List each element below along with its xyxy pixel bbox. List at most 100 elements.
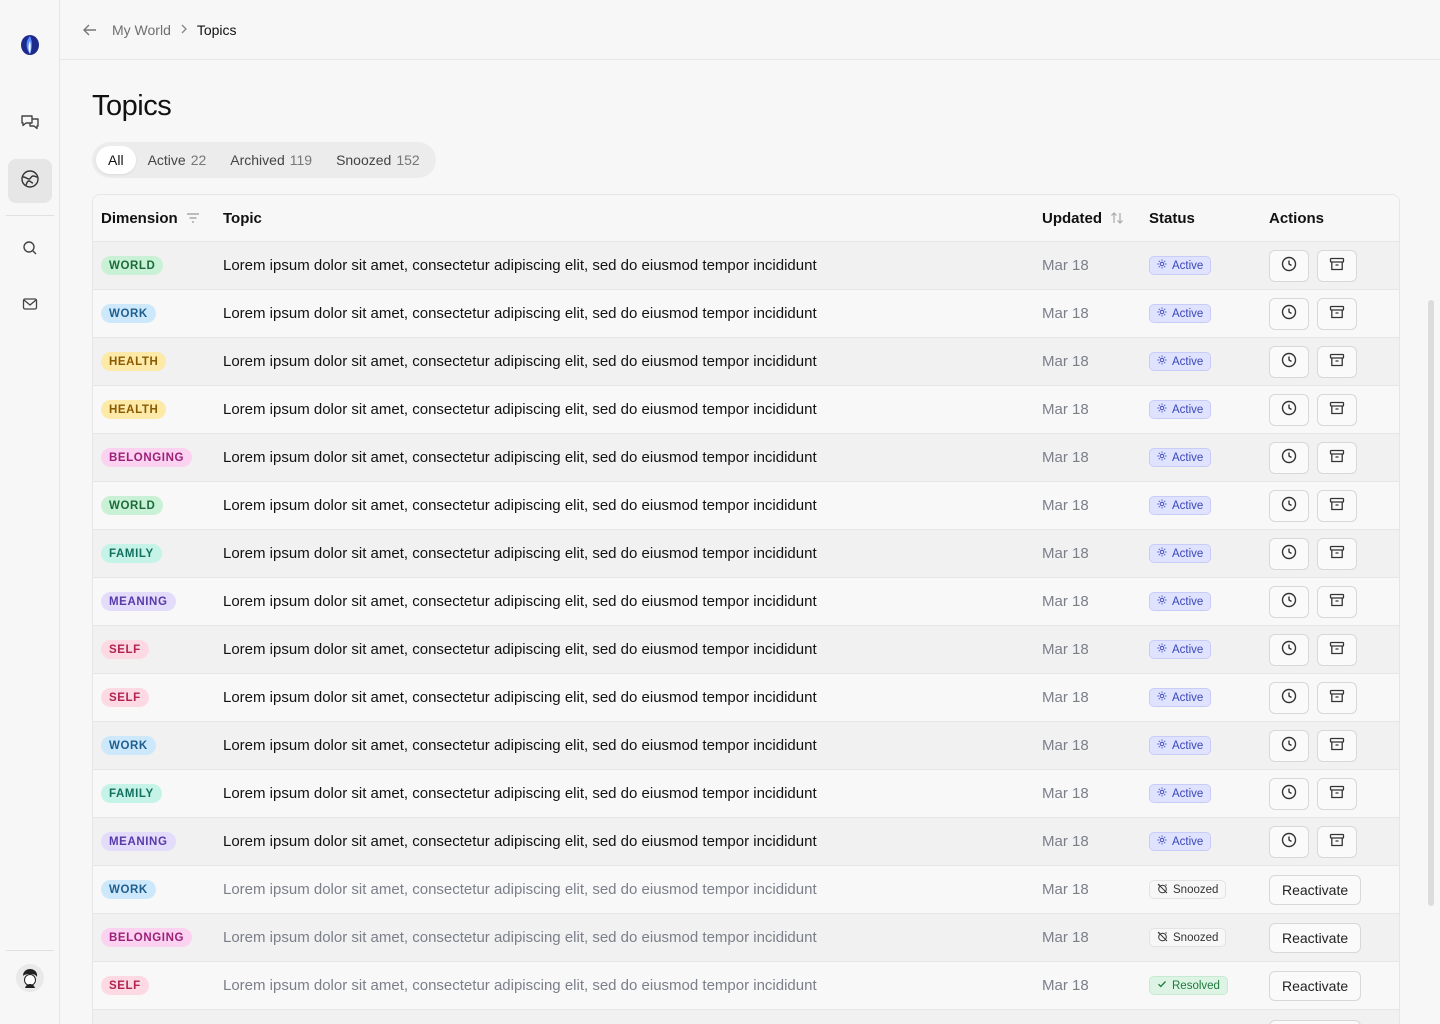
archive-button[interactable] <box>1317 441 1357 474</box>
column-header-updated[interactable]: Updated <box>1042 210 1124 227</box>
scrollbar[interactable] <box>1428 300 1434 906</box>
app-logo-icon[interactable] <box>18 33 42 57</box>
snooze-button[interactable] <box>1269 585 1309 618</box>
nav-chats-button[interactable] <box>8 103 52 147</box>
reactivate-button[interactable]: Reactivate <box>1269 970 1362 1001</box>
actions-cell: Reactivate <box>1269 922 1362 953</box>
archive-button[interactable] <box>1317 489 1357 522</box>
avatar[interactable] <box>16 964 44 992</box>
archive-button[interactable] <box>1317 393 1357 426</box>
reactivate-button[interactable]: Reactivate <box>1269 874 1362 905</box>
table-row[interactable]: WORK Lorem ipsum dolor sit amet, consect… <box>93 722 1399 770</box>
clock-icon <box>1281 784 1297 804</box>
tab-all[interactable]: All <box>96 146 136 174</box>
table-row[interactable]: MEANING Lorem ipsum dolor sit amet, cons… <box>93 818 1399 866</box>
tab-active[interactable]: Active 22 <box>136 146 219 174</box>
actions-cell <box>1269 777 1365 810</box>
snooze-button[interactable] <box>1269 729 1309 762</box>
dimension-badge: HEALTH <box>101 352 167 371</box>
snooze-button[interactable] <box>1269 393 1309 426</box>
snooze-button[interactable] <box>1269 777 1309 810</box>
status-label: Snoozed <box>1173 883 1219 896</box>
filter-icon[interactable] <box>186 212 200 224</box>
column-header-dimension[interactable]: Dimension <box>101 210 200 227</box>
topic-cell: Lorem ipsum dolor sit amet, consectetur … <box>223 449 817 466</box>
topic-text[interactable]: Lorem ipsum dolor sit amet, consectetur … <box>223 881 817 898</box>
table-row[interactable]: SELF Lorem ipsum dolor sit amet, consect… <box>93 962 1399 1010</box>
archive-button[interactable] <box>1317 633 1357 666</box>
table-row[interactable]: WORLD Lorem ipsum dolor sit amet, consec… <box>93 482 1399 530</box>
archive-button[interactable] <box>1317 729 1357 762</box>
table-row[interactable]: HEALTH Lorem ipsum dolor sit amet, conse… <box>93 386 1399 434</box>
topic-text[interactable]: Lorem ipsum dolor sit amet, consectetur … <box>223 785 817 802</box>
table-row[interactable]: MEANING Lorem ipsum dolor sit amet, cons… <box>93 578 1399 626</box>
updated-cell: Mar 18 <box>1042 449 1089 466</box>
topic-text[interactable]: Lorem ipsum dolor sit amet, consectetur … <box>223 257 817 274</box>
table-row[interactable]: HEALTH Lorem ipsum dolor sit amet, conse… <box>93 338 1399 386</box>
table-row[interactable]: WORK Lorem ipsum dolor sit amet, consect… <box>93 290 1399 338</box>
snooze-button[interactable] <box>1269 681 1309 714</box>
reactivate-button[interactable] <box>1269 1019 1361 1024</box>
topic-text[interactable]: Lorem ipsum dolor sit amet, consectetur … <box>223 737 817 754</box>
nav-search-button[interactable] <box>8 228 52 272</box>
topic-text[interactable]: Lorem ipsum dolor sit amet, consectetur … <box>223 353 817 370</box>
topic-text[interactable]: Lorem ipsum dolor sit amet, consectetur … <box>223 449 817 466</box>
archive-button[interactable] <box>1317 345 1357 378</box>
archive-button[interactable] <box>1317 297 1357 330</box>
actions-cell <box>1269 537 1365 570</box>
snooze-button[interactable] <box>1269 825 1309 858</box>
dimension-badge: MEANING <box>101 832 176 851</box>
dimension-badge: WORLD <box>101 496 164 515</box>
tab-snoozed[interactable]: Snoozed 152 <box>324 146 432 174</box>
topic-text[interactable]: Lorem ipsum dolor sit amet, consectetur … <box>223 497 817 514</box>
topic-cell: Lorem ipsum dolor sit amet, consectetur … <box>223 929 817 946</box>
dimension-cell: MEANING <box>101 592 176 611</box>
archive-button[interactable] <box>1317 585 1357 618</box>
reactivate-button[interactable]: Reactivate <box>1269 922 1362 953</box>
sun-icon <box>1157 787 1167 800</box>
archive-button[interactable] <box>1317 777 1357 810</box>
archive-button[interactable] <box>1317 537 1357 570</box>
topic-text[interactable]: Lorem ipsum dolor sit amet, consectetur … <box>223 689 817 706</box>
snooze-button[interactable] <box>1269 249 1309 282</box>
topic-text[interactable]: Lorem ipsum dolor sit amet, consectetur … <box>223 929 817 946</box>
archive-button[interactable] <box>1317 681 1357 714</box>
nav-mail-button[interactable] <box>8 284 52 328</box>
snooze-button[interactable] <box>1269 633 1309 666</box>
sidebar-divider <box>6 950 54 951</box>
table-row[interactable]: BELONGING Lorem ipsum dolor sit amet, co… <box>93 914 1399 962</box>
snooze-button[interactable] <box>1269 537 1309 570</box>
sun-icon <box>1157 691 1167 704</box>
sort-icon[interactable] <box>1110 211 1124 225</box>
snooze-button[interactable] <box>1269 489 1309 522</box>
table-row[interactable]: SELF Lorem ipsum dolor sit amet, consect… <box>93 674 1399 722</box>
table-row[interactable] <box>93 1010 1399 1024</box>
snooze-button[interactable] <box>1269 441 1309 474</box>
archive-button[interactable] <box>1317 825 1357 858</box>
table-row[interactable]: SELF Lorem ipsum dolor sit amet, consect… <box>93 626 1399 674</box>
topic-text[interactable]: Lorem ipsum dolor sit amet, consectetur … <box>223 593 817 610</box>
back-arrow-icon[interactable] <box>82 21 100 39</box>
breadcrumb-parent-link[interactable]: My World <box>112 22 171 38</box>
tab-label: Active <box>147 152 186 168</box>
table-row[interactable]: FAMILY Lorem ipsum dolor sit amet, conse… <box>93 770 1399 818</box>
status-badge: Active <box>1149 400 1212 419</box>
topic-text[interactable]: Lorem ipsum dolor sit amet, consectetur … <box>223 833 817 850</box>
dimension-badge: BELONGING <box>101 928 193 947</box>
topic-text[interactable]: Lorem ipsum dolor sit amet, consectetur … <box>223 545 817 562</box>
snooze-button[interactable] <box>1269 345 1309 378</box>
nav-world-button[interactable] <box>8 159 52 203</box>
snooze-button[interactable] <box>1269 297 1309 330</box>
status-badge: Resolved <box>1149 976 1228 995</box>
table-row[interactable]: BELONGING Lorem ipsum dolor sit amet, co… <box>93 434 1399 482</box>
tab-archived[interactable]: Archived 119 <box>218 146 324 174</box>
topic-text[interactable]: Lorem ipsum dolor sit amet, consectetur … <box>223 305 817 322</box>
topic-text[interactable]: Lorem ipsum dolor sit amet, consectetur … <box>223 977 817 994</box>
dimension-badge: WORK <box>101 304 156 323</box>
topic-text[interactable]: Lorem ipsum dolor sit amet, consectetur … <box>223 401 817 418</box>
table-row[interactable]: WORLD Lorem ipsum dolor sit amet, consec… <box>93 242 1399 290</box>
archive-button[interactable] <box>1317 249 1357 282</box>
table-row[interactable]: FAMILY Lorem ipsum dolor sit amet, conse… <box>93 530 1399 578</box>
table-row[interactable]: WORK Lorem ipsum dolor sit amet, consect… <box>93 866 1399 914</box>
topic-text[interactable]: Lorem ipsum dolor sit amet, consectetur … <box>223 641 817 658</box>
